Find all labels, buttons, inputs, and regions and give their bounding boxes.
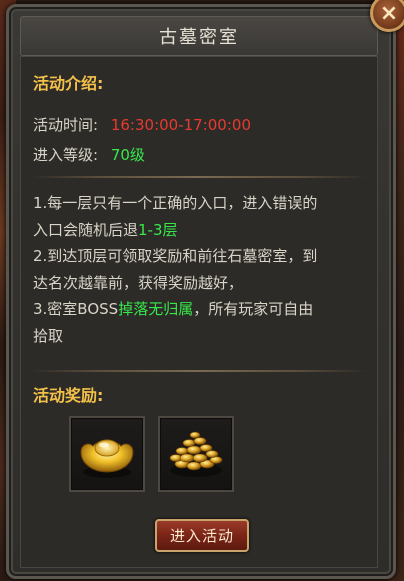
divider (30, 370, 366, 372)
description-text: 3.密室BOSS (33, 300, 119, 318)
divider (30, 176, 366, 178)
description-text: 入口会随机后退 (33, 220, 139, 239)
dialog-title-bar: 古墓密室 (20, 16, 378, 56)
intro-heading: 活动介绍: (33, 74, 104, 93)
activity-time-row: 活动时间: 16:30:00-17:00:00 (33, 114, 251, 135)
description-highlight: 掉落无归属 (118, 300, 194, 318)
gold-ingot-icon (80, 439, 134, 478)
rewards-heading: 活动奖励: (33, 386, 104, 405)
activity-description: 1.每一层只有一个正确的入口，进入错误的 入口会随机后退1-3层 2.到达顶层可… (33, 190, 373, 349)
description-line: 拾取 (33, 326, 64, 345)
reward-slot-gold-coins[interactable] (158, 416, 234, 492)
description-line: 入口会随机后退1-3层 (33, 217, 373, 244)
description-line: 3.密室BOSS掉落无归属，所有玩家可自由 (33, 296, 373, 323)
description-text: ，所有玩家可自由 (193, 300, 314, 318)
entry-level-label: 进入等级: (33, 146, 99, 164)
description-line: 1.每一层只有一个正确的入口，进入错误的 (33, 194, 318, 212)
description-highlight: 1-3层 (138, 220, 178, 239)
dialog-title: 古墓密室 (159, 27, 239, 48)
description-line: 达名次越靠前，获得奖励越好， (33, 273, 244, 292)
reward-slot-gold-ingot[interactable] (69, 416, 145, 492)
description-line: 2.到达顶层可领取奖励和前往石墓密室，到 (33, 247, 318, 265)
entry-level-value: 70级 (110, 146, 145, 164)
enter-activity-button[interactable]: 进入活动 (155, 519, 249, 552)
activity-time-value: 16:30:00-17:00:00 (110, 116, 251, 134)
gold-coins-icon (169, 431, 223, 477)
close-icon: × (379, 0, 399, 26)
entry-level-row: 进入等级: 70级 (33, 144, 145, 165)
activity-time-label: 活动时间: (33, 116, 99, 134)
